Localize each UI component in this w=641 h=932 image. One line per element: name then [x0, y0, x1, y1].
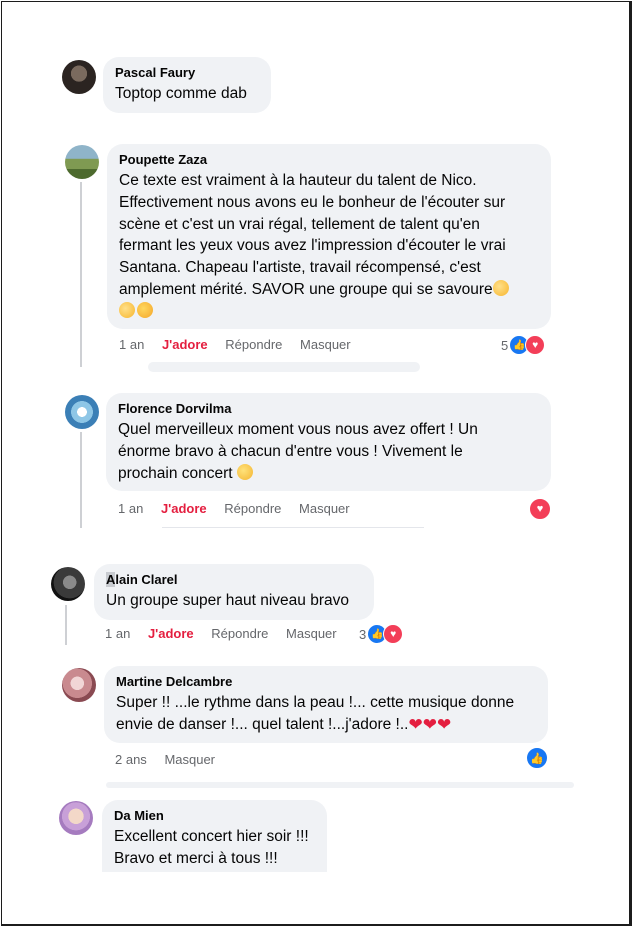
reply-divider [162, 527, 424, 528]
thread-line [80, 182, 82, 367]
heart-emoji-icon: ❤ [408, 714, 423, 734]
comment-author[interactable]: Pascal Faury [115, 65, 259, 81]
comment-text-fragment: prochain concert [118, 464, 233, 482]
comment-bubble: Alain Clarel Un groupe super haut niveau… [94, 564, 374, 620]
comment-text: Super !! ...le rythme dans la peau !... … [116, 692, 536, 736]
reaction-summary[interactable]: ♥ [529, 498, 551, 520]
reply-button[interactable]: Répondre [225, 337, 282, 352]
comment-text: Un groupe super haut niveau bravo [106, 592, 349, 609]
comment-text: Toptop comme dab [115, 85, 247, 102]
heart-emoji-icon: ❤ [436, 714, 452, 734]
comment-time[interactable]: 2 ans [115, 752, 147, 767]
comment-author[interactable]: Poupette Zaza [119, 152, 539, 168]
comment-text-fragment: amplement mérité. SAVOR une groupe qui s… [119, 280, 493, 298]
face-emoji-icon [137, 301, 153, 318]
comment-actions: 1 an J'adore Répondre Masquer [119, 337, 365, 352]
love-icon: ♥ [525, 335, 546, 355]
reply-button[interactable]: Répondre [211, 626, 268, 641]
love-icon: ♥ [529, 498, 551, 520]
comment-bubble: Pascal Faury Toptop comme dab [103, 57, 271, 113]
comment-actions: 2 ans Masquer [115, 752, 229, 767]
avatar[interactable] [65, 145, 99, 179]
partial-reply-bubble [106, 782, 574, 788]
thread-line [80, 432, 82, 528]
comment-actions: 1 an J'adore Répondre Masquer [105, 626, 351, 641]
comment-text-line: amplement mérité. SAVOR une groupe qui s… [119, 279, 539, 301]
reaction-count: 5 [501, 337, 509, 353]
comment-bubble: Martine Delcambre Super !! ...le rythme … [104, 666, 548, 743]
comment-text-line: scène et c'est un vrai régal, tellement … [119, 215, 480, 233]
reaction-summary[interactable]: 👍 [526, 747, 548, 769]
comment-text: Quel merveilleux moment vous nous avez o… [118, 419, 539, 484]
comment-text: Excellent concert hier soir !!! Bravo et… [114, 826, 315, 870]
avatar[interactable] [65, 395, 99, 429]
comment-bubble: Poupette Zaza Ce texte est vraiment à la… [107, 144, 551, 329]
comment-time[interactable]: 1 an [119, 337, 144, 352]
reply-button[interactable]: Répondre [224, 501, 281, 516]
love-reaction-button[interactable]: J'adore [148, 626, 194, 641]
thread-line [65, 605, 67, 645]
avatar[interactable] [62, 668, 96, 702]
comment-text-line: fermant les yeux vous avez l'impression … [119, 237, 506, 255]
clapping-emoji-icon [492, 279, 509, 296]
comment-author[interactable]: Da Mien [114, 808, 315, 824]
reaction-count: 3 [359, 626, 367, 642]
reaction-summary[interactable]: 5 👍 ♥ [501, 335, 546, 355]
reaction-summary[interactable]: 3 👍 ♥ [359, 624, 404, 644]
comment-text-line: Santana. Chapeau l'artiste, travail réco… [119, 259, 481, 277]
comment-text-line: Quel merveilleux moment vous nous avez o… [118, 421, 478, 438]
heart-emoji-icon: ❤ [422, 714, 437, 734]
author-name-rest: lain Clarel [115, 572, 178, 587]
comment-author[interactable]: Florence Dorvilma [118, 401, 539, 417]
partial-reply-bubble [148, 362, 420, 372]
love-reaction-button[interactable]: J'adore [161, 501, 207, 516]
comment-time[interactable]: 1 an [118, 501, 143, 516]
hide-button[interactable]: Masquer [164, 752, 215, 767]
hide-button[interactable]: Masquer [299, 501, 350, 516]
comment-text-line: Excellent concert hier soir !!! [114, 828, 309, 845]
comment-thread-frame: Pascal Faury Toptop comme dab Poupette Z… [1, 1, 632, 926]
hide-button[interactable]: Masquer [286, 626, 337, 641]
avatar[interactable] [51, 567, 85, 601]
comment-text: Ce texte est vraiment à la hauteur du ta… [119, 170, 539, 323]
comment-text-line: Effectivement nous avons eu le bonheur d… [119, 193, 506, 211]
smile-emoji-icon [236, 463, 253, 480]
comment-text-line: énorme bravo à chacun d'entre vous ! Viv… [118, 442, 463, 460]
avatar[interactable] [59, 801, 93, 835]
comment-author[interactable]: Martine Delcambre [116, 674, 536, 690]
like-icon: 👍 [526, 747, 548, 769]
comment-emoji-line [119, 301, 539, 323]
comment-text-fragment: envie de danser !... quel talent !...j'a… [116, 715, 409, 733]
comment-bubble: Da Mien Excellent concert hier soir !!! … [102, 800, 327, 872]
author-first-letter: A [106, 572, 116, 587]
love-icon: ♥ [383, 624, 404, 644]
clapping-emoji-icon [119, 301, 135, 318]
love-reaction-button[interactable]: J'adore [162, 337, 208, 352]
hide-button[interactable]: Masquer [300, 337, 351, 352]
comment-time[interactable]: 1 an [105, 626, 130, 641]
comment-text-line: prochain concert [118, 463, 539, 485]
comment-text-line: Bravo et merci à tous !!! [114, 849, 278, 867]
comment-author[interactable]: Alain Clarel [106, 572, 362, 588]
comment-bubble: Florence Dorvilma Quel merveilleux momen… [106, 393, 551, 491]
comment-text-line: envie de danser !... quel talent !...j'a… [116, 714, 536, 736]
comment-text-line: Ce texte est vraiment à la hauteur du ta… [119, 172, 477, 189]
comment-text-line: Super !! ...le rythme dans la peau !... … [116, 694, 515, 711]
avatar[interactable] [62, 60, 96, 94]
comment-actions: 1 an J'adore Répondre Masquer [118, 501, 364, 516]
